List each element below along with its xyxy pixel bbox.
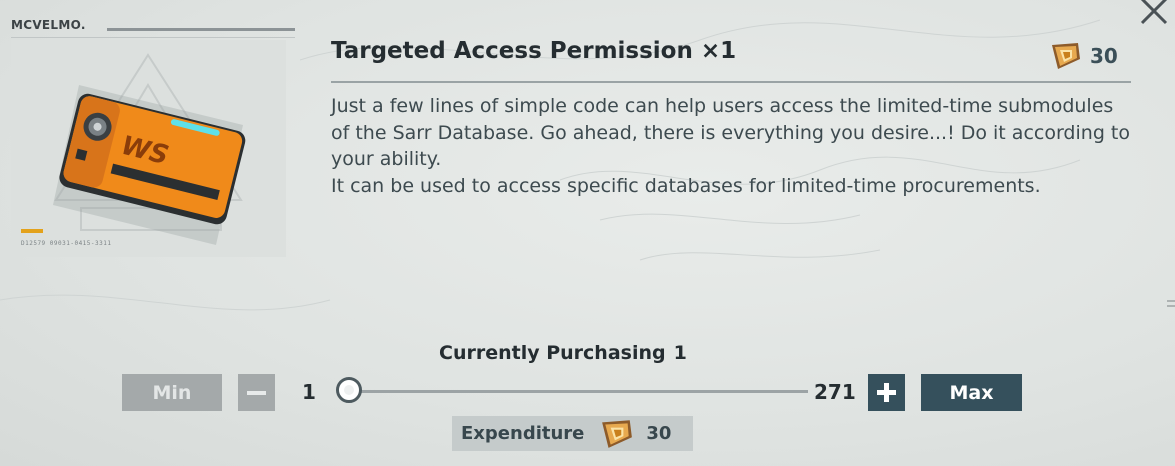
- item-title: Targeted Access Permission ×1: [331, 38, 737, 64]
- side-edge-mark: [1167, 300, 1175, 310]
- brand-underline: [11, 37, 295, 38]
- close-icon: [1140, 0, 1168, 25]
- range-max-value: 271: [814, 380, 856, 404]
- brand-logo-text: MCVELMO.: [11, 18, 86, 32]
- expenditure-box: Expenditure 30: [452, 416, 693, 451]
- image-caption: D12579 09031-0415-3311: [21, 240, 112, 247]
- max-button[interactable]: Max: [921, 374, 1022, 411]
- currently-purchasing-label: Currently Purchasing: [439, 342, 666, 364]
- brand-header: MCVELMO.: [11, 18, 295, 38]
- currently-purchasing-qty: 1: [673, 342, 687, 364]
- access-card-illustration: WS: [53, 53, 246, 245]
- item-price: 30: [1050, 39, 1118, 73]
- item-image: WS D12579 09031-0415-3311: [11, 40, 286, 257]
- item-price-value: 30: [1090, 44, 1118, 68]
- quantity-slider-track[interactable]: [350, 390, 808, 393]
- increase-button[interactable]: [868, 374, 905, 411]
- credit-chip-icon: [1052, 43, 1080, 69]
- brand-divider: [107, 28, 295, 31]
- description-paragraph: Just a few lines of simple code can help…: [331, 95, 1130, 170]
- decrease-button[interactable]: [238, 374, 275, 411]
- close-button[interactable]: [1137, 0, 1171, 28]
- title-divider: [331, 81, 1131, 83]
- item-description: Just a few lines of simple code can help…: [331, 93, 1131, 199]
- currently-purchasing: Currently Purchasing 1: [439, 342, 687, 364]
- expenditure-value: 30: [646, 423, 672, 444]
- image-accent-bar: [21, 229, 43, 233]
- range-min-value: 1: [302, 380, 316, 404]
- description-paragraph: It can be used to access specific databa…: [331, 174, 1041, 197]
- min-button[interactable]: Min: [122, 374, 222, 411]
- quantity-slider-handle[interactable]: [336, 377, 362, 403]
- credit-chip-icon: [602, 419, 633, 448]
- expenditure-label: Expenditure: [461, 423, 585, 444]
